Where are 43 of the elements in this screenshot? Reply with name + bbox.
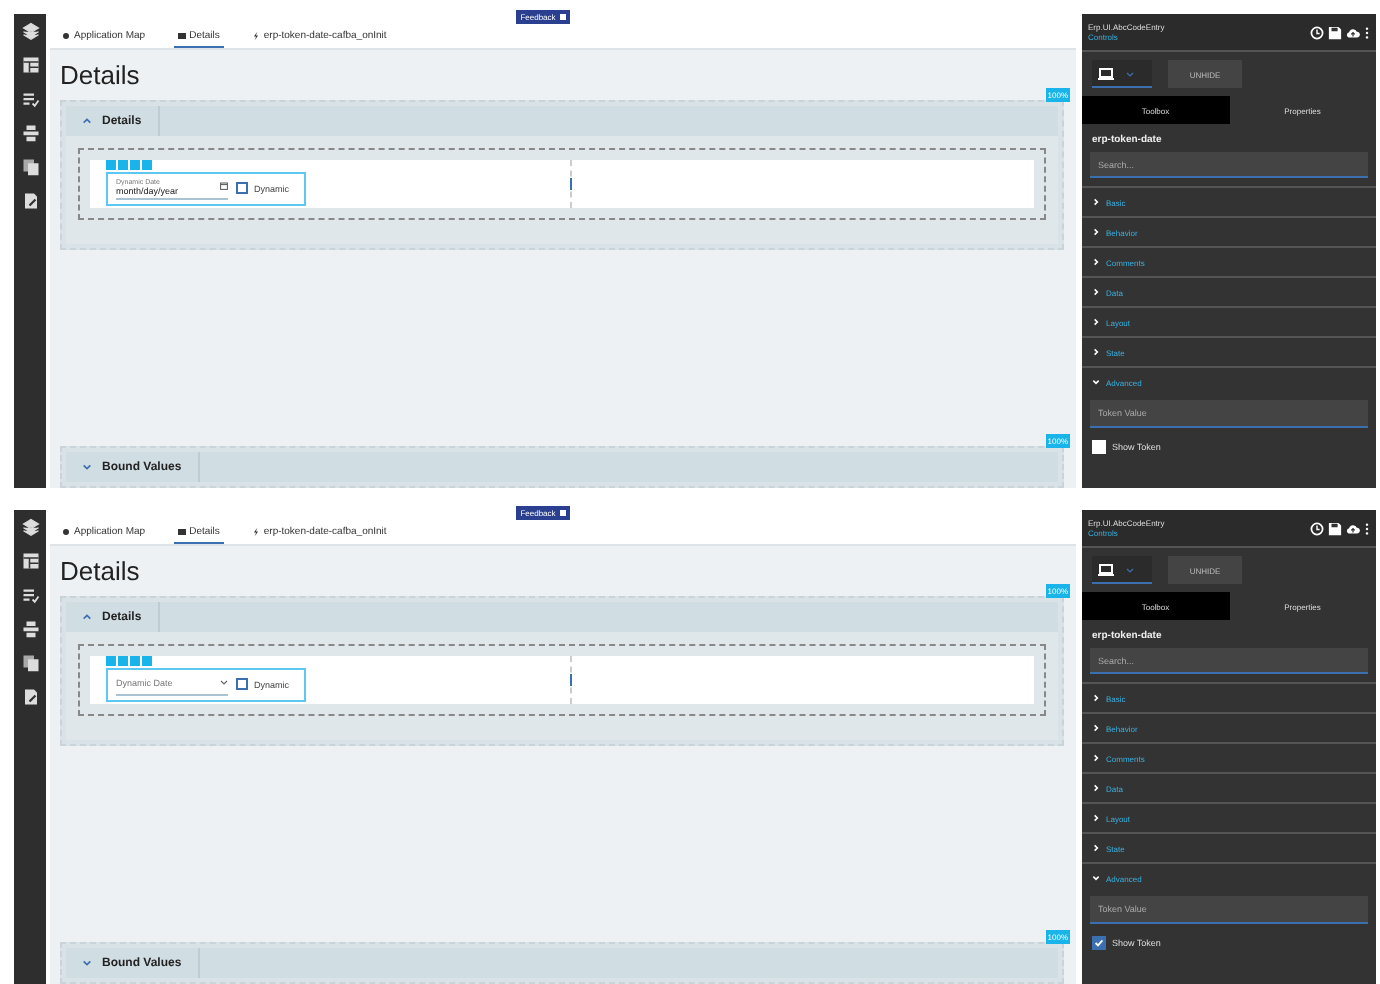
copy-icon[interactable] <box>21 158 39 176</box>
layers-icon[interactable] <box>21 518 39 536</box>
chevron-down-icon[interactable] <box>82 958 92 968</box>
copy-icon[interactable] <box>21 654 39 672</box>
caret-icon <box>1126 565 1134 573</box>
clock-icon[interactable] <box>1310 521 1324 535</box>
device-dropdown[interactable] <box>1092 556 1152 584</box>
page-title: Details <box>60 556 142 586</box>
laptop-icon <box>1098 563 1114 575</box>
checkbox[interactable] <box>236 182 248 194</box>
document-edit-icon[interactable] <box>21 688 39 706</box>
device-dropdown[interactable] <box>1092 60 1152 88</box>
text-cursor <box>569 178 571 190</box>
layers-icon[interactable] <box>21 22 39 40</box>
checkbox[interactable] <box>1092 936 1106 950</box>
checkbox[interactable] <box>236 678 248 690</box>
table-icon[interactable] <box>21 552 39 570</box>
checklist-icon[interactable] <box>21 586 39 604</box>
table-icon <box>177 31 186 39</box>
clock-icon[interactable] <box>1310 25 1324 39</box>
dot-icon <box>62 31 70 39</box>
calendar-icon[interactable] <box>220 182 228 190</box>
document-edit-icon[interactable] <box>21 192 39 210</box>
checklist-icon[interactable] <box>21 90 39 108</box>
more-icon[interactable] <box>1364 25 1370 39</box>
caret-icon <box>1126 69 1134 77</box>
text-cursor <box>569 674 571 686</box>
caret-icon <box>220 678 228 686</box>
save-icon[interactable] <box>1328 521 1342 535</box>
chevron-up-icon[interactable] <box>82 612 92 622</box>
table-icon[interactable] <box>21 56 39 74</box>
more-icon[interactable] <box>1364 521 1370 535</box>
stack-icon[interactable] <box>21 124 39 142</box>
save-icon[interactable] <box>1328 25 1342 39</box>
chevron-up-icon[interactable] <box>82 116 92 126</box>
page-title: Details <box>60 60 142 90</box>
table-icon <box>177 527 186 535</box>
dot-icon <box>62 527 70 535</box>
cloud-upload-icon[interactable] <box>1346 25 1360 39</box>
chevron-down-icon[interactable] <box>82 462 92 472</box>
laptop-icon <box>1098 67 1114 79</box>
stack-icon[interactable] <box>21 620 39 638</box>
cloud-upload-icon[interactable] <box>1346 521 1360 535</box>
